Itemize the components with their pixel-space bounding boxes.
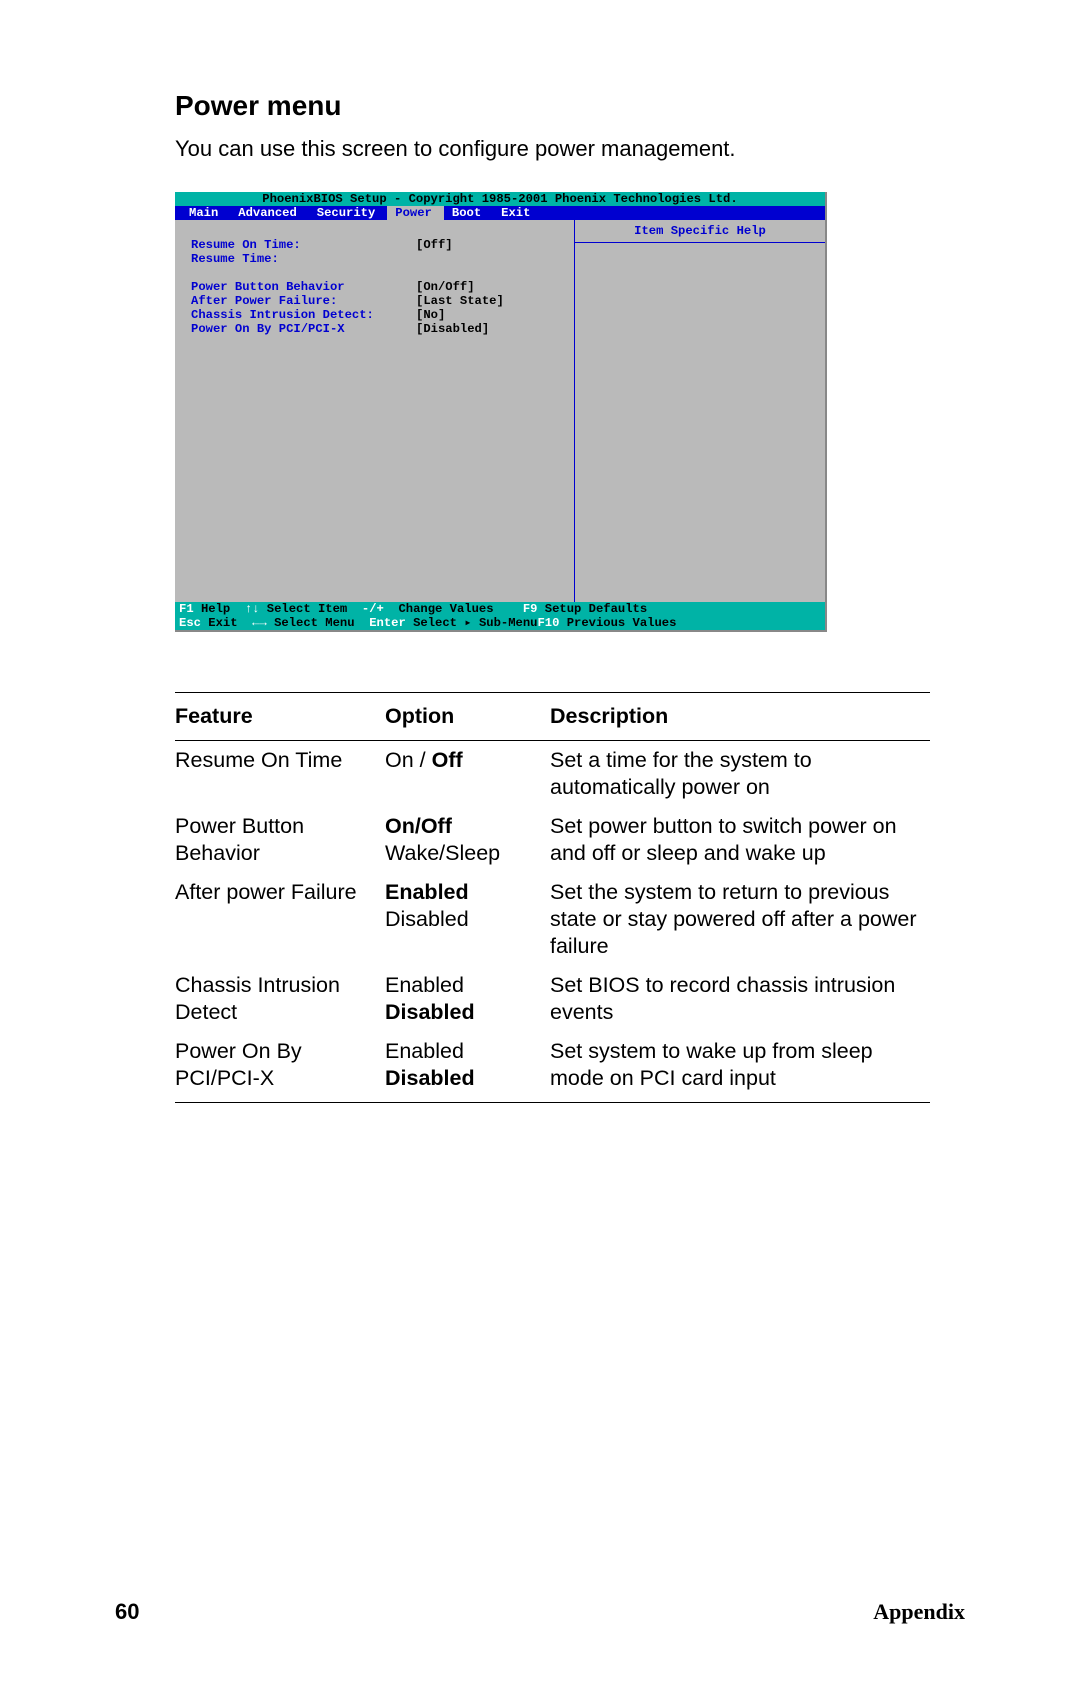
bios-menu-power: Power xyxy=(387,206,444,220)
cell-description: Set a time for the system to automatical… xyxy=(550,741,930,808)
section-name: Appendix xyxy=(873,1599,965,1625)
table-row: Power Button BehaviorOn/OffWake/SleepSet… xyxy=(175,807,930,873)
key-enter: Enter xyxy=(369,616,413,630)
cell-option: EnabledDisabled xyxy=(385,966,550,1032)
key-updown: ↑↓ xyxy=(245,602,260,616)
cell-description: Set power button to switch power on and … xyxy=(550,807,930,873)
bios-setting-row: After Power Failure:[Last State] xyxy=(179,294,574,308)
bios-setting-value: [On/Off] xyxy=(416,280,475,294)
bios-setting-row: Resume Time: xyxy=(179,252,574,266)
page-footer: 60 Appendix xyxy=(115,1599,965,1625)
bios-menu-security: Security xyxy=(309,206,388,220)
cell-description: Set BIOS to record chassis intru­sion ev… xyxy=(550,966,930,1032)
label-setup-defaults: Setup Defaults xyxy=(545,602,647,616)
label-previous-values: Previous Values xyxy=(567,616,677,630)
bios-footer: F1 Help ↑↓ Select Item -/+ Change Values… xyxy=(175,602,825,630)
bios-setting-label: After Power Failure: xyxy=(191,294,416,308)
col-description: Description xyxy=(550,693,930,741)
bios-setting-value: [Disabled] xyxy=(416,322,489,336)
label-change-values: Change Values xyxy=(398,602,522,616)
key-leftright: ←→ xyxy=(252,616,267,630)
col-option: Option xyxy=(385,693,550,741)
section-description: You can use this screen to configure pow… xyxy=(175,136,965,162)
table-row: Resume On TimeOn / OffSet a time for the… xyxy=(175,741,930,808)
bios-help-title: Item Specific Help xyxy=(575,224,825,243)
table-row: After power FailureEnabledDisabledSet th… xyxy=(175,873,930,966)
cell-feature: Chassis Intrusion Detect xyxy=(175,966,385,1032)
col-feature: Feature xyxy=(175,693,385,741)
bios-setting-label: Resume On Time: xyxy=(191,238,416,252)
key-plusminus: -/+ xyxy=(362,602,399,616)
bios-setting-value: [No] xyxy=(416,308,445,322)
key-f10: F10 xyxy=(537,616,566,630)
bios-settings-pane: Resume On Time:[Off]Resume Time: Power Bu… xyxy=(175,220,575,602)
label-help: Help xyxy=(201,602,245,616)
bios-help-pane: Item Specific Help xyxy=(575,220,825,602)
label-submenu: Select ▸ Sub-Menu xyxy=(413,616,537,630)
bios-title-bar: PhoenixBIOS Setup - Copyright 1985-2001 … xyxy=(175,192,825,206)
feature-table: Feature Option Description Resume On Tim… xyxy=(175,692,930,1103)
label-exit: Exit xyxy=(208,616,252,630)
bios-setting-row: Power On By PCI/PCI-X[Disabled] xyxy=(179,322,574,336)
bios-menu-exit: Exit xyxy=(493,206,542,220)
label-select-item: Select Item xyxy=(259,602,361,616)
cell-option: EnabledDisabled xyxy=(385,1032,550,1103)
cell-option: On / Off xyxy=(385,741,550,808)
bios-menu-main: Main xyxy=(181,206,230,220)
label-select-menu: Select Menu xyxy=(267,616,369,630)
cell-feature: After power Failure xyxy=(175,873,385,966)
table-row: Chassis Intrusion DetectEnabledDisabledS… xyxy=(175,966,930,1032)
key-f9: F9 xyxy=(523,602,545,616)
bios-menu-advanced: Advanced xyxy=(230,206,309,220)
cell-feature: Power Button Behavior xyxy=(175,807,385,873)
bios-setting-label: Resume Time: xyxy=(191,252,416,266)
bios-menu-boot: Boot xyxy=(444,206,493,220)
cell-feature: Resume On Time xyxy=(175,741,385,808)
bios-setting-row: Resume On Time:[Off] xyxy=(179,238,574,252)
key-esc: Esc xyxy=(179,616,208,630)
page-number: 60 xyxy=(115,1599,139,1625)
key-f1: F1 xyxy=(179,602,201,616)
bios-menu-bar: MainAdvancedSecurityPowerBootExit xyxy=(175,206,825,220)
bios-screenshot: PhoenixBIOS Setup - Copyright 1985-2001 … xyxy=(175,192,827,632)
cell-option: EnabledDisabled xyxy=(385,873,550,966)
table-row: Power On By PCI/PCI-XEnabledDisabledSet … xyxy=(175,1032,930,1103)
cell-description: Set the system to return to previous sta… xyxy=(550,873,930,966)
bios-setting-label: Power Button Behavior xyxy=(191,280,416,294)
cell-feature: Power On By PCI/PCI-X xyxy=(175,1032,385,1103)
cell-option: On/OffWake/Sleep xyxy=(385,807,550,873)
bios-setting-row: Power Button Behavior[On/Off] xyxy=(179,280,574,294)
bios-setting-label: Chassis Intrusion Detect: xyxy=(191,308,416,322)
bios-setting-value: [Off] xyxy=(416,238,453,252)
section-heading: Power menu xyxy=(175,90,965,122)
bios-setting-label: Power On By PCI/PCI-X xyxy=(191,322,416,336)
bios-setting-value: [Last State] xyxy=(416,294,504,308)
bios-setting-row: Chassis Intrusion Detect:[No] xyxy=(179,308,574,322)
cell-description: Set system to wake up from sleep mode on… xyxy=(550,1032,930,1103)
